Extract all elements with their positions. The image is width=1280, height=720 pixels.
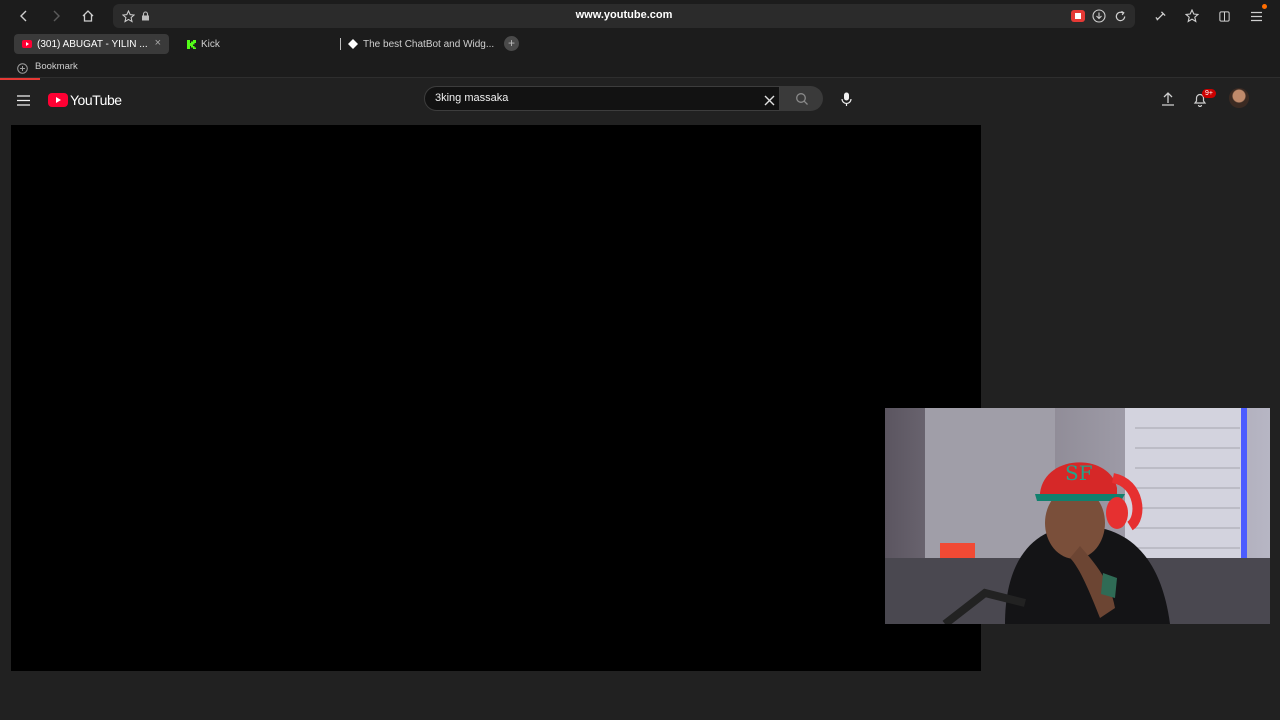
webcam-image: SF [885,408,1270,624]
bookmark-item[interactable]: Bookmark [35,61,78,72]
tab-chatbot[interactable]: The best ChatBot and Widg... [340,34,500,54]
menu-icon[interactable] [1247,7,1265,25]
youtube-ext-icon[interactable] [1069,7,1087,25]
webcam-overlay: SF [885,408,1270,624]
bookmarks-bar: Bookmark [0,56,1280,78]
url-text: www.youtube.com [575,9,673,21]
youtube-favicon-icon [22,39,32,49]
kick-favicon-icon [186,39,196,49]
collections-icon[interactable] [1215,7,1233,25]
back-icon[interactable] [14,6,34,26]
tab-divider [340,38,341,50]
search-input[interactable]: 3king massaka [424,86,780,111]
youtube-logo[interactable]: YouTube [48,92,122,108]
youtube-logo-icon [48,93,68,107]
search-button[interactable] [780,86,823,111]
add-bookmark-icon[interactable] [17,61,28,79]
youtube-header: YouTube 3king massaka 9+ [0,80,1280,118]
browser-toolbar: www.youtube.com [0,0,1280,32]
address-bar[interactable]: www.youtube.com [113,4,1135,28]
reload-icon[interactable] [1111,7,1129,25]
cap-logo: SF [1065,461,1093,485]
home-icon[interactable] [78,6,98,26]
close-icon[interactable]: × [155,37,161,49]
chatbot-favicon-icon [348,39,358,49]
youtube-logo-text: YouTube [70,92,122,108]
video-player[interactable] [11,125,981,671]
tab-label: (301) ABUGAT - YILIN ... [37,38,148,50]
tab-youtube[interactable]: (301) ABUGAT - YILIN ... × [14,34,169,54]
tab-label: The best ChatBot and Widg... [363,38,495,50]
favorites-icon[interactable] [1183,7,1201,25]
clear-icon[interactable] [764,93,775,111]
upload-icon[interactable] [1161,91,1175,111]
mic-icon[interactable] [841,92,852,112]
update-dot [1262,4,1267,9]
hamburger-icon[interactable] [17,93,30,111]
avatar[interactable] [1229,88,1249,108]
extensions-icon[interactable] [1151,7,1169,25]
notification-badge: 9+ [1202,89,1216,98]
search-icon [795,92,808,105]
tab-strip: (301) ABUGAT - YILIN ... × Kick The best… [0,32,1280,56]
search-query: 3king massaka [435,92,509,104]
forward-icon[interactable] [46,6,66,26]
tab-label: Kick [201,38,220,50]
tab-kick[interactable]: Kick [178,34,328,54]
download-icon[interactable] [1090,7,1108,25]
new-tab-button[interactable]: + [504,36,519,51]
